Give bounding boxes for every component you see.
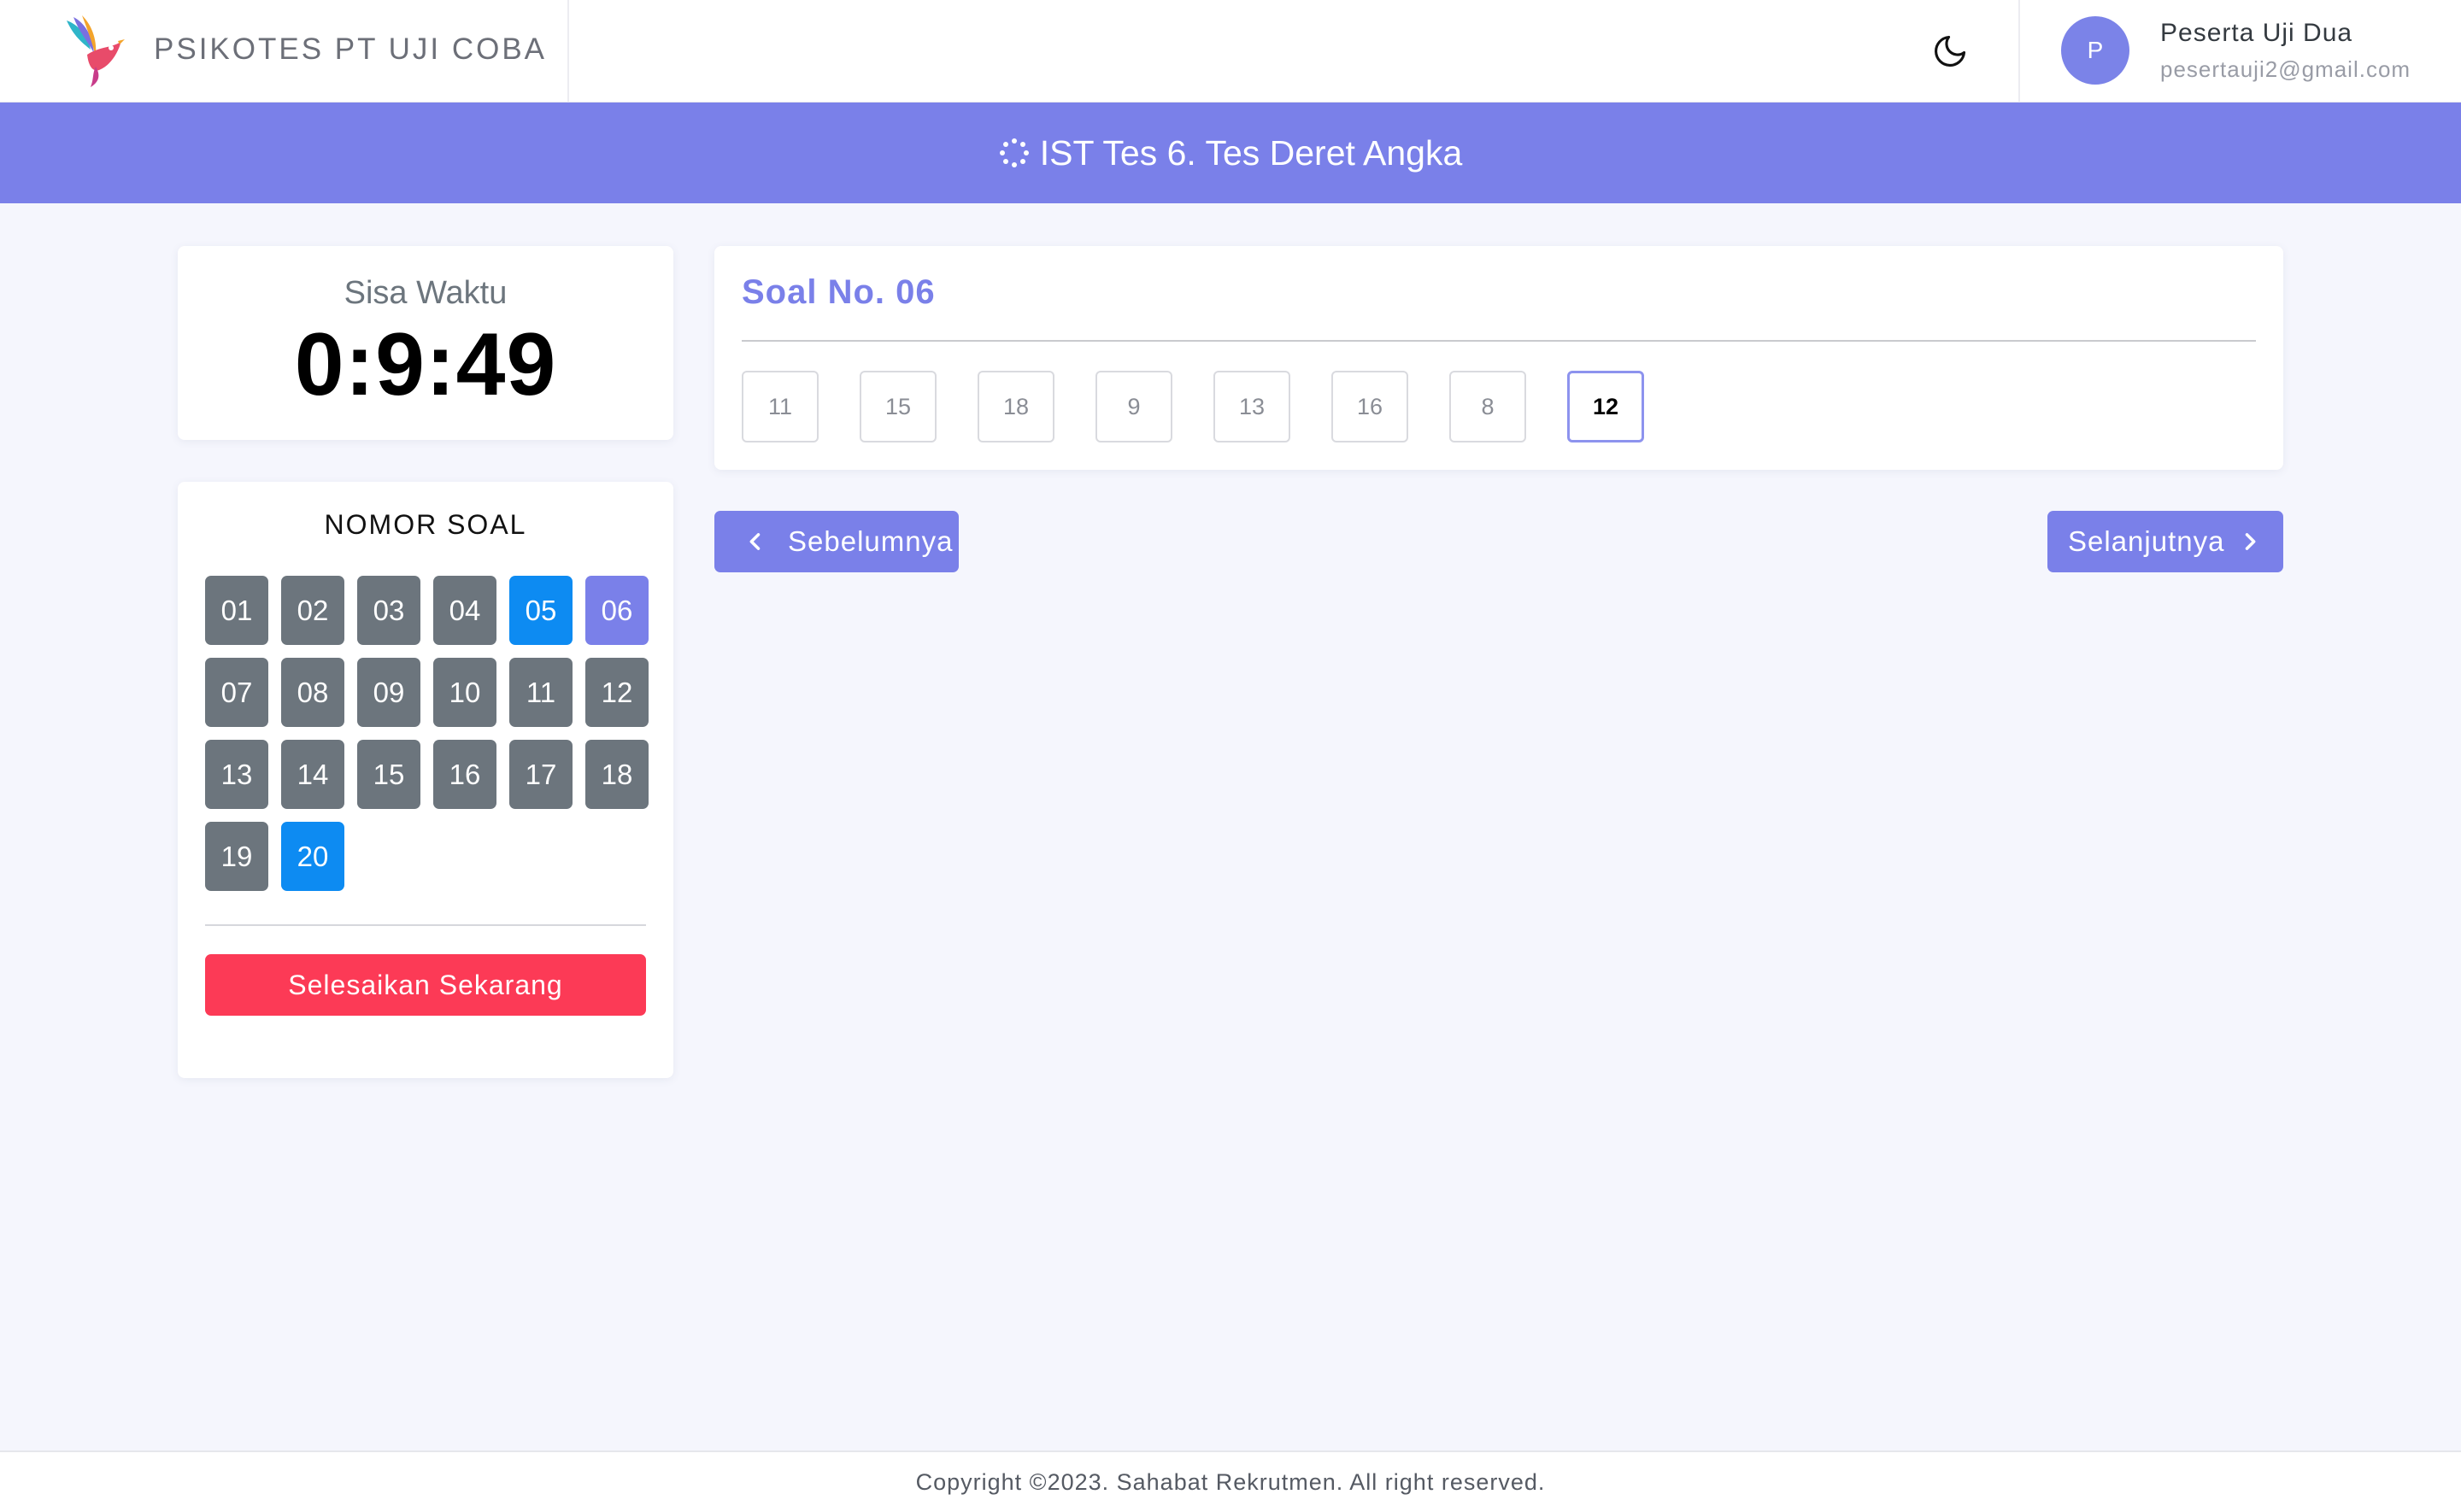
question-number-05[interactable]: 05 [509,576,573,645]
question-navigator-title: NOMOR SOAL [324,509,527,540]
top-header: PSIKOTES PT UJI COBA P Peserta Uji Dua p… [0,0,2461,103]
previous-button-label: Sebelumnya [788,525,954,557]
finish-now-button[interactable]: Selesaikan Sekarang [205,954,646,1016]
dark-mode-toggle[interactable] [1926,27,1974,75]
user-email: pesertauji2@gmail.com [2160,56,2411,82]
question-number-02[interactable]: 02 [281,576,344,645]
question-number-19[interactable]: 19 [205,822,268,891]
question-number-18[interactable]: 18 [585,740,649,809]
answer-option[interactable]: 11 [742,371,819,442]
answer-option[interactable]: 8 [1449,371,1526,442]
user-name: Peserta Uji Dua [2160,19,2353,47]
question-navigator: NOMOR SOAL 01 02 03 04 05 06 07 08 09 10 11 12 13 14 1… [178,482,673,1078]
moon-icon [1935,35,1966,67]
answer-option[interactable]: 13 [1213,371,1290,442]
answer-option[interactable]: 15 [860,371,937,442]
copyright-text: Copyright ©2023. Sahabat Rekrutmen. All … [915,1468,1546,1495]
answer-option[interactable]: 12 [1567,371,1644,442]
timer-label: Sisa Waktu [344,275,508,311]
question-number-03[interactable]: 03 [357,576,420,645]
chevron-right-icon [2246,533,2256,550]
question-number-08[interactable]: 08 [281,658,344,727]
user-menu[interactable]: P Peserta Uji Dua pesertauji2@gmail.com [2018,0,2461,103]
answer-option[interactable]: 16 [1331,371,1408,442]
timer-card: Sisa Waktu 0:9:49 [178,246,673,440]
question-number-07[interactable]: 07 [205,658,268,727]
test-title-bar: IST Tes 6. Tes Deret Angka [0,103,2461,203]
test-title: IST Tes 6. Tes Deret Angka [1039,132,1463,173]
question-number-11[interactable]: 11 [509,658,573,727]
divider [742,340,2256,342]
divider [205,924,646,926]
avatar: P [2061,16,2129,85]
question-number-14[interactable]: 14 [281,740,344,809]
next-button-label: Selanjutnya [2068,525,2225,557]
answer-option[interactable]: 9 [1095,371,1172,442]
next-button[interactable]: Selanjutnya [2047,511,2283,572]
question-number-10[interactable]: 10 [433,658,496,727]
question-number-06[interactable]: 06 [585,576,649,645]
question-number-20[interactable]: 20 [281,822,344,891]
question-number-15[interactable]: 15 [357,740,420,809]
question-card: Soal No. 06 11 15 18 9 13 16 8 12 [714,246,2283,470]
brand-name: PSIKOTES PT UJI COBA [154,32,548,66]
question-title: Soal No. 06 [742,273,936,311]
chevron-left-icon [749,533,761,550]
answer-option[interactable]: 18 [978,371,1054,442]
bird-logo-icon [67,15,125,87]
timer-value: 0:9:49 [294,315,557,414]
question-number-09[interactable]: 09 [357,658,420,727]
question-number-13[interactable]: 13 [205,740,268,809]
brand[interactable]: PSIKOTES PT UJI COBA [0,0,569,103]
footer: Copyright ©2023. Sahabat Rekrutmen. All … [0,1450,2461,1512]
question-number-01[interactable]: 01 [205,576,268,645]
previous-button[interactable]: Sebelumnya [714,511,959,572]
question-number-17[interactable]: 17 [509,740,573,809]
question-number-04[interactable]: 04 [433,576,496,645]
question-number-16[interactable]: 16 [433,740,496,809]
spinner-icon [999,138,1029,167]
question-number-12[interactable]: 12 [585,658,649,727]
